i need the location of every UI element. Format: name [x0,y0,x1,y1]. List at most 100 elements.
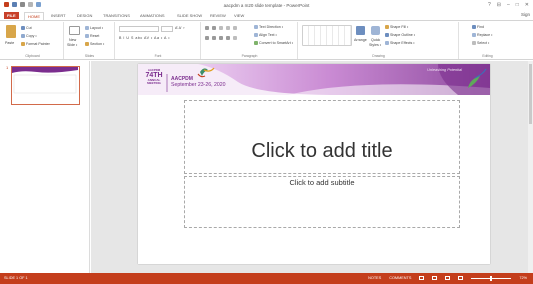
columns-icon[interactable] [233,36,237,40]
text-direction-button[interactable]: Text Direction • [254,25,283,29]
shape-outline-button[interactable]: Shape Outline • [385,33,415,37]
slide-thumbnail-pane: 1 [0,61,90,273]
shape-effects-button[interactable]: Shape Effects • [385,41,415,45]
tab-file[interactable]: FILE [4,12,19,19]
new-slide-dropdown[interactable]: Slide • [67,43,77,47]
banner-tagline: Unleashing Potential [427,68,462,72]
smartart-icon [254,41,258,45]
normal-view-icon[interactable] [419,276,425,280]
cut-button[interactable]: Cut [21,26,32,30]
quick-styles-icon[interactable] [371,26,380,35]
close-button[interactable]: ✕ [525,2,529,8]
numbering-icon[interactable] [212,26,216,30]
tab-transitions[interactable]: TRANSITIONS [100,12,133,19]
find-button[interactable]: Find [472,25,484,29]
tab-review[interactable]: REVIEW [207,12,229,19]
comments-button[interactable]: COMMENTS [389,276,411,280]
font-name-box[interactable] [119,26,159,32]
binoculars-icon [472,25,476,29]
tab-design[interactable]: DESIGN [74,12,95,19]
reset-icon [85,34,89,38]
section-button[interactable]: Section • [85,42,104,46]
paste-button[interactable]: Paste [5,41,14,45]
list-buttons[interactable] [205,26,237,30]
quick-styles-dropdown[interactable]: Styles • [369,43,381,47]
new-slide-label[interactable]: New [69,38,76,42]
zoom-slider[interactable] [471,275,512,281]
quick-styles-button[interactable]: Quick [371,38,380,42]
line-spacing-icon[interactable] [233,26,237,30]
align-left-icon[interactable] [205,36,209,40]
help-button[interactable]: ? [488,2,491,8]
layout-icon [85,26,89,30]
zoom-level[interactable]: 72% [519,276,527,280]
pencil-icon [385,33,389,37]
decrease-indent-icon[interactable] [219,26,223,30]
window-controls: ? ⊟ – □ ✕ [488,2,529,8]
select-button[interactable]: Select • [472,41,489,45]
slide-count: SLIDE 1 OF 1 [4,276,28,280]
vertical-scrollbar[interactable] [528,61,533,273]
slides-group: New Slide • Layout • Reset Section • Sli… [65,22,115,59]
shape-fill-button[interactable]: Shape Fill • [385,25,408,29]
slide-number: 1 [6,65,9,70]
shapes-gallery[interactable] [302,25,352,46]
slide-canvas[interactable]: AACPDM 74TH ANNUAL MEETING AACPDM Septem… [138,64,490,264]
status-bar: SLIDE 1 OF 1 NOTES COMMENTS 72% [0,273,533,284]
drawing-label: Drawing [372,54,385,58]
replace-button[interactable]: Replace • [472,33,492,37]
ribbon-display-button[interactable]: ⊟ [497,2,501,8]
scrollbar-thumb[interactable] [529,64,532,124]
new-slide-icon[interactable] [69,26,80,35]
format-painter-button[interactable]: Format Painter [21,42,50,46]
justify-icon[interactable] [226,36,230,40]
copy-button[interactable]: Copy • [21,34,37,38]
editing-label: Editing [482,54,493,58]
align-center-icon[interactable] [212,36,216,40]
tab-view[interactable]: VIEW [231,12,247,19]
minimize-button[interactable]: – [507,2,510,8]
slides-label: Slides [84,54,95,58]
slide-thumbnail[interactable] [11,66,80,105]
layout-button[interactable]: Layout • [85,26,103,30]
badge-meeting: MEETING [147,80,161,85]
tab-slide-show[interactable]: SLIDE SHOW [174,12,205,19]
tab-insert[interactable]: INSERT [48,12,69,19]
font-size-buttons[interactable]: A’ A’ ♀ [175,26,185,30]
slide-thumbnail-preview [12,67,78,94]
sign-in-link[interactable]: Sign [521,12,530,17]
align-text-icon [254,33,258,37]
reading-view-icon[interactable] [445,276,451,280]
slide-sorter-icon[interactable] [432,276,438,280]
brush-icon [21,42,25,46]
title-placeholder[interactable]: Click to add title [184,100,460,174]
subtitle-placeholder[interactable]: Click to add subtitle [184,176,460,228]
replace-icon [472,33,476,37]
font-size-box[interactable] [161,26,173,32]
align-text-button[interactable]: Align Text • [254,33,277,37]
section-icon [85,42,89,46]
maximize-button[interactable]: □ [516,2,519,8]
ribbon: Paste Cut Copy • Format Painter Clipboar… [0,20,533,60]
slideshow-view-icon[interactable] [458,276,464,280]
arrange-icon[interactable] [356,26,365,35]
font-label: Font [154,54,162,58]
bullets-icon[interactable] [205,26,209,30]
increase-indent-icon[interactable] [226,26,230,30]
reset-button[interactable]: Reset [85,34,99,38]
tab-home[interactable]: HOME [24,12,44,20]
slide-editor: AACPDM 74TH ANNUAL MEETING AACPDM Septem… [91,61,533,273]
alignment-buttons[interactable] [205,36,237,40]
font-format-buttons[interactable]: B I U S abc AV • Aa • A • [119,36,170,40]
arrange-button[interactable]: Arrange [354,38,367,42]
meeting-badge: AACPDM 74TH ANNUAL MEETING [141,69,167,85]
text-direction-icon [254,25,258,29]
drawing-group: Arrange Quick Styles • Shape Fill • Shap… [299,22,459,59]
paste-icon[interactable] [6,25,16,38]
tab-animations[interactable]: ANIMATIONS [137,12,168,19]
notes-button[interactable]: NOTES [368,276,381,280]
editing-group: Find Replace • Select • Editing [460,22,515,59]
smartart-button[interactable]: Convert to SmartArt • [254,41,293,45]
align-right-icon[interactable] [219,36,223,40]
zoom-slider-thumb[interactable] [490,275,493,281]
